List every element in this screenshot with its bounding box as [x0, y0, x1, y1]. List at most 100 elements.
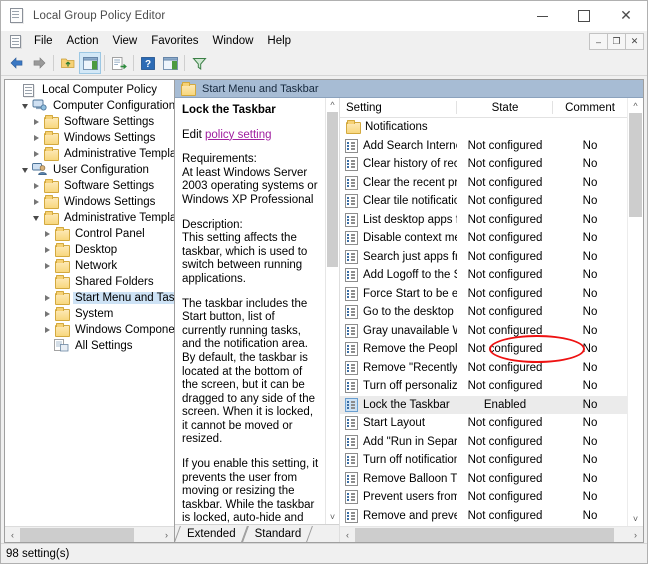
tree-item-start-menu-and-taskbar[interactable]: Start Menu and Taskbar — [5, 290, 174, 306]
mdi-minimize-button[interactable]: – — [589, 33, 608, 50]
policy-setting-link[interactable]: policy setting — [205, 129, 271, 141]
tree-item-windows-settings[interactable]: Windows Settings — [5, 194, 174, 210]
list-vertical-scrollbar[interactable]: ^ ˅ — [627, 98, 643, 526]
back-icon[interactable] — [6, 52, 28, 74]
details-scroll-up-icon[interactable]: ^ — [326, 98, 339, 112]
close-button[interactable]: ✕ — [605, 1, 647, 31]
table-row[interactable]: Notifications — [340, 118, 627, 137]
tree-item-system[interactable]: System — [5, 306, 174, 322]
filter-icon[interactable] — [188, 52, 210, 74]
export-list-icon[interactable] — [108, 52, 130, 74]
table-row[interactable]: Add "Run in Separate Memory... Not config… — [340, 433, 627, 452]
tree-item-network[interactable]: Network — [5, 258, 174, 274]
help-icon[interactable]: ? — [137, 52, 159, 74]
maximize-button[interactable] — [563, 1, 605, 31]
tree-item-computer-configuration[interactable]: Computer Configuration — [5, 98, 174, 114]
table-row[interactable]: Remove the People Bar from t... Not confi… — [340, 340, 627, 359]
chevron-right-icon[interactable] — [29, 151, 43, 157]
tree-scroll-left-icon[interactable]: ‹ — [5, 528, 20, 542]
list-scroll-track[interactable] — [628, 113, 643, 511]
table-row[interactable]: Go to the desktop instead of St... Not co… — [340, 303, 627, 322]
tree-item-local-computer-policy[interactable]: Local Computer Policy — [5, 82, 174, 98]
menu-item-favorites[interactable]: Favorites — [144, 33, 205, 49]
details-scroll-thumb[interactable] — [327, 112, 338, 267]
list-hscroll-thumb[interactable] — [355, 527, 615, 542]
chevron-right-icon[interactable] — [40, 295, 54, 301]
tree-item-windows-settings[interactable]: Windows Settings — [5, 130, 174, 146]
chevron-down-icon[interactable] — [18, 103, 32, 109]
list-scroll-left-icon[interactable]: ‹ — [340, 528, 355, 542]
menu-item-help[interactable]: Help — [260, 33, 298, 49]
table-row[interactable]: Remove and prevent access to... Not confi… — [340, 507, 627, 526]
properties-icon[interactable] — [159, 52, 181, 74]
table-row[interactable]: Add Search Internet link to Sta... Not co… — [340, 137, 627, 156]
chevron-right-icon[interactable] — [40, 247, 54, 253]
tree-item-software-settings[interactable]: Software Settings — [5, 114, 174, 130]
column-header-state[interactable]: State — [457, 98, 553, 117]
menu-item-view[interactable]: View — [106, 33, 145, 49]
menu-item-action[interactable]: Action — [60, 33, 106, 49]
tree-item-administrative-templates[interactable]: Administrative Templates — [5, 210, 174, 226]
chevron-right-icon[interactable] — [29, 183, 43, 189]
table-row[interactable]: Turn off notification area clean... Not c… — [340, 451, 627, 470]
details-vertical-scrollbar[interactable]: ^ ˅ — [325, 98, 339, 524]
list-scroll-down-icon[interactable]: ˅ — [628, 511, 643, 526]
chevron-right-icon[interactable] — [29, 135, 43, 141]
menu-item-window[interactable]: Window — [206, 33, 261, 49]
table-row[interactable]: Remove Balloon Tips on Start ... Not conf… — [340, 470, 627, 489]
chevron-right-icon[interactable] — [29, 119, 43, 125]
table-row[interactable]: Disable context menus in the S... Not con… — [340, 229, 627, 248]
up-one-level-icon[interactable] — [57, 52, 79, 74]
chevron-down-icon[interactable] — [29, 215, 43, 221]
table-row[interactable]: List desktop apps first in the A... Not c… — [340, 211, 627, 230]
mdi-close-button[interactable]: ✕ — [625, 33, 644, 50]
forward-icon[interactable] — [28, 52, 50, 74]
tree-scroll-right-icon[interactable]: › — [159, 528, 174, 542]
minimize-button[interactable] — [521, 1, 563, 31]
tree-item-software-settings[interactable]: Software Settings — [5, 178, 174, 194]
details-scroll-down-icon[interactable]: ˅ — [326, 510, 339, 524]
chevron-right-icon[interactable] — [40, 231, 54, 237]
mdi-restore-button[interactable]: ❐ — [607, 33, 626, 50]
tree-scroll-track[interactable] — [20, 527, 159, 542]
chevron-right-icon[interactable] — [29, 199, 43, 205]
chevron-down-icon[interactable] — [18, 167, 32, 173]
tree-item-all-settings[interactable]: All Settings — [5, 338, 174, 354]
table-row[interactable]: Add Logoff to the Start Menu Not configur… — [340, 266, 627, 285]
tree-scroll-thumb[interactable] — [20, 527, 134, 542]
result-pane-tab[interactable]: Start Menu and Taskbar — [175, 80, 350, 97]
details-scroll-track[interactable] — [326, 112, 339, 510]
table-row[interactable]: Prevent users from customizin... Not conf… — [340, 488, 627, 507]
list-scroll-up-icon[interactable]: ^ — [628, 98, 643, 113]
table-row[interactable]: Clear history of recently opene... Not co… — [340, 155, 627, 174]
table-row[interactable]: Clear the recent programs list f... Not c… — [340, 174, 627, 193]
table-row[interactable]: Remove "Recently added" list f... Not con… — [340, 359, 627, 378]
column-header-setting[interactable]: Setting — [340, 98, 457, 117]
table-row[interactable]: Force Start to be either full scr... Not … — [340, 285, 627, 304]
column-header-comment[interactable]: Comment — [553, 98, 627, 117]
tab-standard[interactable]: Standard — [245, 526, 311, 542]
tab-extended[interactable]: Extended — [177, 526, 245, 542]
tree-item-shared-folders[interactable]: Shared Folders — [5, 274, 174, 290]
table-row[interactable]: Gray unavailable Windows Inst... Not conf… — [340, 322, 627, 341]
chevron-right-icon[interactable] — [40, 327, 54, 333]
table-row[interactable]: Lock the Taskbar Enabled No — [340, 395, 627, 414]
tree-item-windows-components[interactable]: Windows Components — [5, 322, 174, 338]
list-scroll-thumb[interactable] — [629, 113, 642, 217]
chevron-right-icon[interactable] — [40, 311, 54, 317]
show-hide-console-tree-icon[interactable] — [79, 52, 101, 74]
table-row[interactable]: Clear tile notifications during l... Not … — [340, 192, 627, 211]
tree-item-control-panel[interactable]: Control Panel — [5, 226, 174, 242]
list-horizontal-scrollbar[interactable]: ‹ › — [340, 526, 643, 542]
tree-horizontal-scrollbar[interactable]: ‹ › — [5, 526, 174, 542]
table-row[interactable]: Turn off personalized menus Not configure… — [340, 377, 627, 396]
chevron-right-icon[interactable] — [40, 263, 54, 269]
tree-item-user-configuration[interactable]: User Configuration — [5, 162, 174, 178]
list-scroll-right-icon[interactable]: › — [628, 528, 643, 542]
table-row[interactable]: Search just apps from the App... Not conf… — [340, 248, 627, 267]
tree-item-administrative-templates[interactable]: Administrative Templates — [5, 146, 174, 162]
list-hscroll-track[interactable] — [355, 527, 628, 542]
menu-item-file[interactable]: File — [27, 33, 60, 49]
table-row[interactable]: Start Layout Not configured No — [340, 414, 627, 433]
tree-item-desktop[interactable]: Desktop — [5, 242, 174, 258]
